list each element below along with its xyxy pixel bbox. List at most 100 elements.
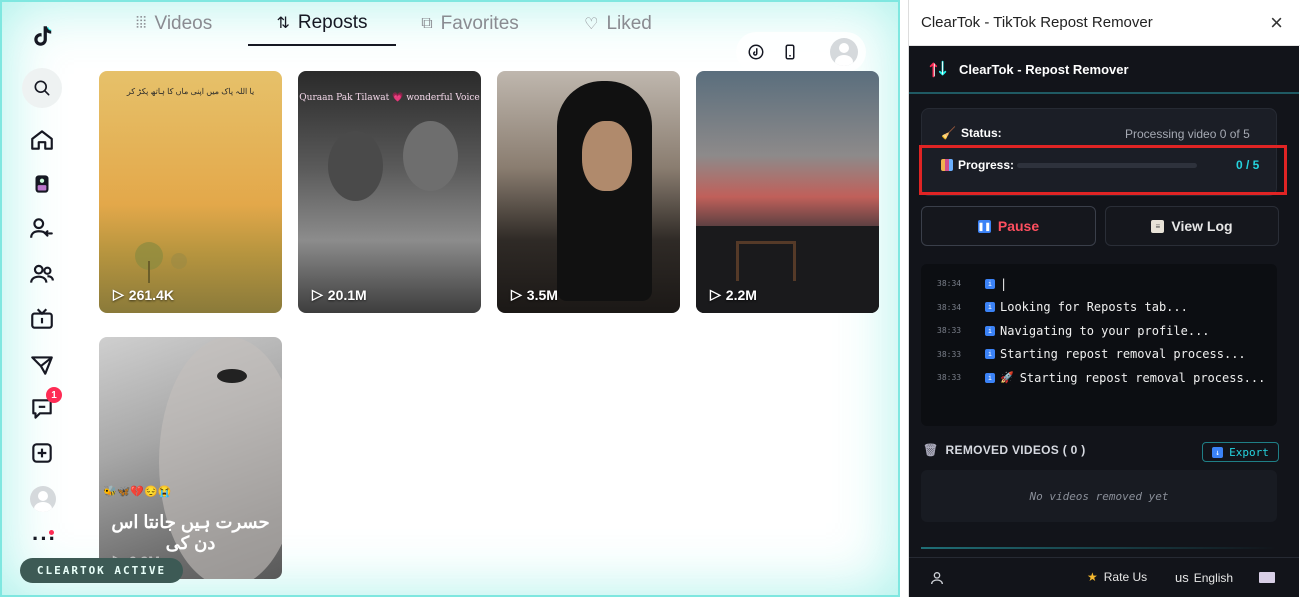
log-time: 38:33 — [937, 349, 962, 359]
live-icon[interactable] — [24, 301, 60, 337]
rocket-icon: 🚀 — [1000, 371, 1014, 385]
status-value: Processing video 0 of 5 — [1125, 127, 1250, 141]
video-card[interactable]: یا اللہ پاک میں اپنی ماں کا ہاتھ پکڑ کر … — [99, 71, 282, 313]
tab-reposts[interactable]: ⇅ Reposts — [248, 2, 396, 46]
play-icon: ▷ — [511, 286, 522, 302]
cleartok-panel: ClearTok - TikTok Repost Remover × Clear… — [908, 0, 1300, 597]
inbox-badge: 1 — [46, 387, 62, 403]
following-icon[interactable] — [24, 210, 60, 246]
repost-icon: ⇅ — [276, 15, 290, 32]
friends-icon[interactable] — [24, 256, 60, 292]
document-icon: ≡ — [1151, 219, 1165, 233]
activity-log: 38:34 i | 38:34 i Looking for Reposts ta… — [921, 264, 1277, 426]
person-silhouette — [328, 131, 383, 201]
cleartok-logo-icon — [929, 60, 947, 78]
log-entry: 38:33 i 🚀 Starting repost removal proces… — [921, 366, 1277, 390]
video-card[interactable]: ▷ 3.5M — [497, 71, 680, 313]
tiktok-studio-icon[interactable] — [744, 40, 768, 64]
home-icon[interactable] — [24, 122, 60, 158]
explore-icon[interactable] — [24, 166, 60, 202]
tiktok-logo-icon[interactable] — [24, 18, 60, 54]
profile-avatar-top[interactable] — [830, 38, 858, 66]
status-label: 🧹 Status: — [941, 126, 1002, 140]
view-log-button[interactable]: ≡ View Log — [1105, 206, 1279, 246]
video-card[interactable]: 🐝🦋💔😔😭 حسرت ہیں جانتا اس دن کی ▷6.9M — [99, 337, 282, 579]
grid-icon: ⦙⦙⦙ — [135, 15, 147, 32]
star-icon: ★ — [1087, 570, 1098, 584]
inbox-icon[interactable]: 1 — [24, 387, 62, 427]
info-icon: i — [985, 325, 995, 336]
profile-tabs: ⦙⦙⦙ Videos ⇅ Reposts ⧉ Favorites ♡ Liked — [100, 2, 700, 46]
search-icon — [34, 80, 50, 96]
info-icon: i — [985, 349, 995, 360]
extension-body: ClearTok - Repost Remover 🧹 Status: Proce… — [909, 46, 1299, 597]
video-views: ▷ 3.5M — [511, 286, 558, 303]
pause-label: Pause — [997, 218, 1040, 234]
panel-footer: ★ Rate Us us English — [909, 557, 1299, 597]
removed-videos-heading: 🗑 REMOVED VIDEOS ( 0 ) — [923, 443, 1086, 457]
upload-icon[interactable] — [24, 435, 60, 471]
tab-videos[interactable]: ⦙⦙⦙ Videos — [100, 2, 248, 46]
heart-icon: ♡ — [584, 16, 599, 33]
pause-icon: ❚❚ — [977, 219, 992, 233]
section-divider — [921, 547, 1277, 549]
emoji-strip: 🐝🦋💔😔😭 — [103, 486, 172, 498]
profile-avatar-nav[interactable] — [30, 486, 56, 512]
rate-us-label: Rate Us — [1103, 570, 1148, 584]
tab-label: Videos — [154, 13, 213, 34]
video-card[interactable]: Quraan Pak Tilawat 💗 wonderful Voice ▷ 20… — [298, 71, 481, 313]
panel-window-title: ClearTok - TikTok Repost Remover — [921, 14, 1153, 31]
person-silhouette — [557, 81, 652, 301]
log-message: Starting repost removal process... — [1000, 347, 1246, 362]
log-time: 38:33 — [937, 373, 962, 383]
log-message: Navigating to your profile... — [1000, 323, 1210, 338]
views-count: 3.5M — [526, 286, 558, 303]
info-icon: i — [985, 372, 995, 383]
language-label: English — [1193, 570, 1234, 585]
video-views: ▷ 2.2M — [710, 286, 757, 303]
panel-titlebar: ClearTok - TikTok Repost Remover × — [909, 0, 1300, 46]
log-entry: 38:33 i Starting repost removal process.… — [921, 343, 1277, 367]
export-label: Export — [1229, 445, 1269, 459]
extension-header: ClearTok - Repost Remover — [909, 46, 1299, 94]
views-count: 20.1M — [327, 286, 367, 303]
play-icon: ▷ — [113, 286, 124, 302]
progress-highlight-box — [919, 145, 1287, 195]
removed-videos-title: REMOVED VIDEOS ( 0 ) — [945, 443, 1086, 457]
flag-icon[interactable] — [1259, 572, 1275, 583]
messages-send-icon[interactable] — [24, 347, 60, 383]
export-button[interactable]: ↓ Export — [1202, 442, 1279, 462]
tab-label: Liked — [606, 13, 652, 34]
tab-liked[interactable]: ♡ Liked — [544, 2, 692, 46]
user-icon[interactable] — [929, 570, 945, 586]
rate-us-link[interactable]: ★ Rate Us — [1087, 570, 1147, 584]
tree-silhouette-icon — [135, 242, 187, 283]
top-toolbar — [736, 32, 866, 72]
download-icon: ↓ — [1212, 446, 1224, 458]
log-time: 38:34 — [937, 302, 962, 312]
close-icon[interactable]: × — [1270, 11, 1283, 34]
chair-shape — [736, 241, 796, 281]
tiktok-profile-area: 1 ··· ⦙⦙⦙ Videos ⇅ Reposts ⧉ Favorites ♡… — [0, 0, 900, 597]
trash-icon: 🗑 — [923, 443, 939, 457]
video-caption: یا اللہ پاک میں اپنی ماں کا ہاتھ پکڑ کر — [126, 87, 255, 96]
tab-label: Favorites — [440, 13, 519, 34]
cleartok-status-pill: CLEARTOK ACTIVE — [20, 558, 183, 583]
status-label-text: Status: — [960, 126, 1002, 140]
play-icon: ▷ — [710, 286, 721, 302]
person-silhouette — [403, 121, 458, 191]
face-shape — [582, 121, 632, 191]
video-caption: Quraan Pak Tilawat 💗 wonderful Voice — [299, 93, 480, 103]
pause-button[interactable]: ❚❚ Pause — [921, 206, 1096, 246]
extension-title: ClearTok - Repost Remover — [959, 61, 1129, 77]
view-log-label: View Log — [1171, 218, 1233, 234]
broom-icon: 🧹 — [941, 126, 956, 140]
log-message: Looking for Reposts tab... — [1000, 300, 1188, 315]
mobile-app-icon[interactable] — [778, 40, 802, 64]
tab-favorites[interactable]: ⧉ Favorites — [396, 2, 544, 46]
search-button[interactable] — [22, 68, 62, 108]
views-count: 2.2M — [725, 286, 757, 303]
video-card[interactable]: ▷ 2.2M — [696, 71, 879, 313]
video-caption: حسرت ہیں جانتا اس دن کی — [111, 512, 270, 553]
language-selector[interactable]: us English — [1175, 570, 1233, 585]
